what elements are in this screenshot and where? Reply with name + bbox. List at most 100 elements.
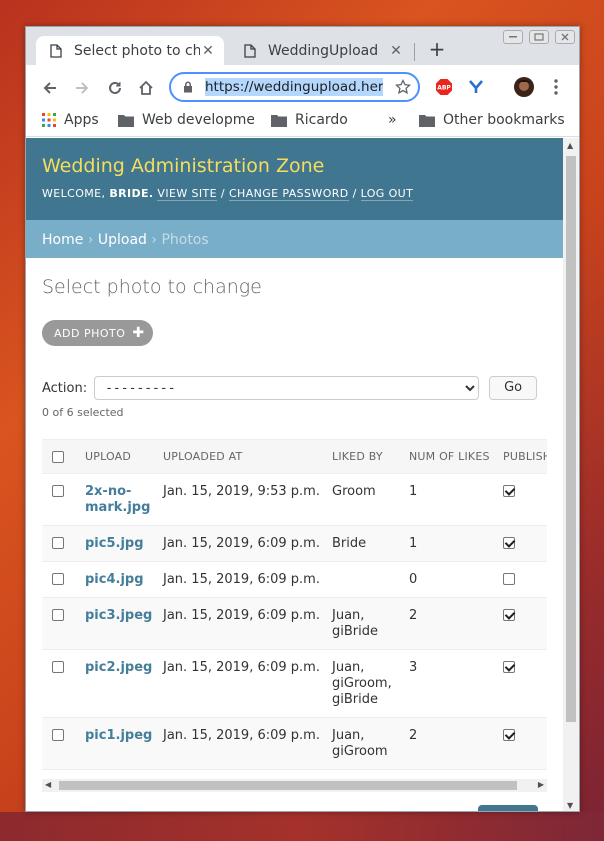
table-row: pic4.jpg Jan. 15, 2019, 6:09 p.m. 0 <box>42 561 547 598</box>
adblock-icon[interactable]: ABP <box>435 78 453 96</box>
bookmark-star-icon[interactable] <box>395 79 411 95</box>
close-icon[interactable]: ✕ <box>388 43 404 59</box>
scroll-thumb[interactable] <box>59 781 517 790</box>
published-cell <box>503 561 547 598</box>
row-select-cell <box>42 717 85 770</box>
add-photo-button[interactable]: ADD PHOTO ✚ <box>42 320 153 346</box>
published-cell <box>503 525 547 562</box>
upload-cell: pic1.jpeg <box>85 717 163 770</box>
horizontal-scrollbar[interactable]: ◀ ▶ <box>42 779 547 792</box>
tab-label: WeddingUpload <box>268 42 379 59</box>
page-viewport: Wedding Administration Zone WELCOME, BRI… <box>26 138 563 811</box>
scroll-left-icon[interactable]: ◀ <box>45 780 51 789</box>
plus-icon: ✚ <box>132 325 145 341</box>
save-button-partial[interactable] <box>478 805 538 811</box>
bookmark-apps[interactable]: Apps <box>42 109 99 131</box>
go-button[interactable]: Go <box>489 376 538 400</box>
upload-link[interactable]: pic3.jpeg <box>85 608 152 623</box>
uploaded-at-cell: Jan. 15, 2019, 9:53 p.m. <box>163 473 332 526</box>
row-select-checkbox[interactable] <box>52 536 64 549</box>
published-checkbox <box>503 660 515 673</box>
num-likes-cell: 2 <box>409 597 503 650</box>
num-likes-cell: 3 <box>409 649 503 718</box>
maximize-button[interactable] <box>529 30 549 44</box>
column-header-uploaded-at[interactable]: UPLOADED AT <box>163 440 332 474</box>
bookmarks-bar: Apps Web development Ricardo » Other boo… <box>26 109 579 137</box>
liked-by-cell: Juan, giGroom, giBride <box>332 649 409 718</box>
table-row: pic2.jpeg Jan. 15, 2019, 6:09 p.m. Juan, g… <box>42 649 547 718</box>
forward-button[interactable] <box>71 77 93 99</box>
bookmark-label: Web development <box>142 112 254 128</box>
view-site-link[interactable]: VIEW SITE <box>157 187 218 201</box>
row-select-checkbox[interactable] <box>52 728 64 741</box>
bookmark-web-development[interactable]: Web development <box>118 109 254 131</box>
scroll-right-icon[interactable]: ▶ <box>538 780 544 789</box>
uploaded-at-cell: Jan. 15, 2019, 6:09 p.m. <box>163 649 332 718</box>
folder-icon <box>118 114 134 127</box>
avatar[interactable] <box>514 77 534 97</box>
tab-separator <box>414 43 415 61</box>
bookmarks-overflow-chevron[interactable]: » <box>388 109 397 131</box>
home-button[interactable] <box>135 77 157 99</box>
selection-counter: 0 of 6 selected <box>42 406 124 419</box>
extension-y-icon[interactable] <box>467 78 485 96</box>
address-bar[interactable]: https://weddingupload.herokuapp.com/admi… <box>169 72 420 102</box>
scroll-up-icon[interactable]: ▲ <box>567 141 573 150</box>
select-all-header <box>42 440 85 474</box>
upload-link[interactable]: pic2.jpeg <box>85 660 152 675</box>
scroll-thumb[interactable] <box>566 156 576 722</box>
page-title: Select photo to change <box>42 276 262 298</box>
change-password-link[interactable]: CHANGE PASSWORD <box>228 187 349 201</box>
back-button[interactable] <box>39 77 61 99</box>
column-header-published[interactable]: PUBLISHED <box>503 440 547 474</box>
upload-cell: pic4.jpg <box>85 561 163 598</box>
row-select-checkbox[interactable] <box>52 608 64 621</box>
page-icon <box>48 43 64 59</box>
row-select-checkbox[interactable] <box>52 572 64 585</box>
menu-icon[interactable] <box>547 78 565 96</box>
num-likes-cell: 1 <box>409 473 503 526</box>
upload-cell: 2x-no-mark.jpg <box>85 473 163 526</box>
row-select-checkbox[interactable] <box>52 484 64 497</box>
published-cell <box>503 597 547 650</box>
liked-by-cell: Groom <box>332 473 409 526</box>
vertical-scrollbar[interactable]: ▲ ▼ <box>563 138 579 811</box>
tab-select-photo[interactable]: Select photo to change ✕ <box>36 36 224 65</box>
table-row: 2x-no-mark.jpg Jan. 15, 2019, 9:53 p.m. Gr… <box>42 473 547 526</box>
tab-weddingupload[interactable]: WeddingUpload ✕ <box>230 36 412 65</box>
action-select[interactable]: --------- <box>94 376 480 400</box>
url-text[interactable]: https://weddingupload.herokuapp.com/admi… <box>205 78 383 96</box>
select-all-checkbox[interactable] <box>52 450 64 463</box>
close-icon[interactable]: ✕ <box>200 43 216 59</box>
breadcrumb-upload[interactable]: Upload <box>98 232 147 248</box>
close-window-button[interactable] <box>555 30 575 44</box>
upload-link[interactable]: 2x-no-mark.jpg <box>85 484 150 515</box>
row-select-cell <box>42 473 85 526</box>
minimize-button[interactable] <box>503 30 523 44</box>
published-checkbox <box>503 484 515 497</box>
upload-link[interactable]: pic4.jpg <box>85 572 144 587</box>
bookmark-ricardo[interactable]: Ricardo <box>271 109 348 131</box>
column-header-num-of-likes[interactable]: NUM OF LIKES <box>409 440 503 474</box>
tab-label: Select photo to change <box>74 42 200 59</box>
site-name[interactable]: Wedding Administration Zone <box>42 155 547 177</box>
upload-cell: pic5.jpg <box>85 525 163 562</box>
row-select-checkbox[interactable] <box>52 660 64 673</box>
published-checkbox <box>503 572 515 585</box>
new-tab-button[interactable]: + <box>426 38 448 60</box>
log-out-link[interactable]: LOG OUT <box>360 187 414 201</box>
column-header-upload[interactable]: UPLOAD <box>85 440 163 474</box>
row-select-cell <box>42 649 85 718</box>
browser-toolbar: https://weddingupload.herokuapp.com/admi… <box>26 65 579 109</box>
column-header-liked-by[interactable]: LIKED BY <box>332 440 409 474</box>
upload-link[interactable]: pic5.jpg <box>85 536 144 551</box>
reload-button[interactable] <box>104 77 126 99</box>
scroll-down-icon[interactable]: ▼ <box>567 801 573 810</box>
upload-link[interactable]: pic1.jpeg <box>85 728 152 743</box>
breadcrumb-home[interactable]: Home <box>42 232 83 248</box>
uploaded-at-cell: Jan. 15, 2019, 6:09 p.m. <box>163 597 332 650</box>
bookmark-other[interactable]: Other bookmarks <box>419 109 565 131</box>
tab-strip: Select photo to change ✕ WeddingUpload ✕… <box>26 27 579 65</box>
lock-icon <box>183 81 195 93</box>
folder-icon <box>271 114 287 127</box>
